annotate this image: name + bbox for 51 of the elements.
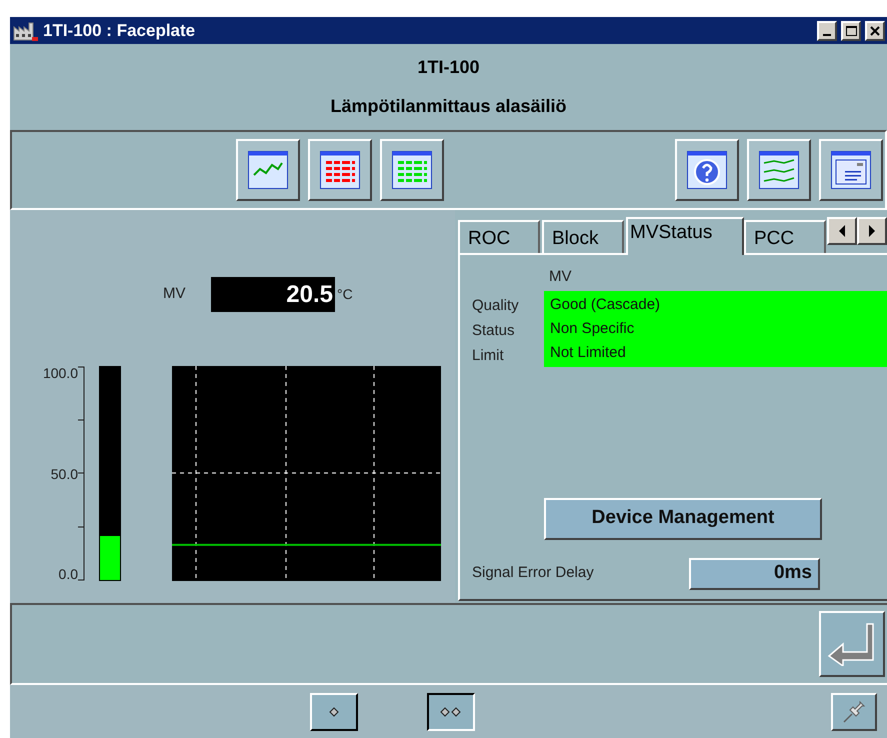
help-icon [687,151,727,189]
minimize-button[interactable] [817,20,837,40]
column-header: MV [549,267,572,287]
list-icon [320,151,360,189]
left-arrow-icon [838,225,846,237]
pin-button[interactable] [831,692,877,730]
document-icon [831,151,871,189]
list-icon [392,151,432,189]
factory-icon [13,20,39,40]
scale-label: 50.0 [50,466,78,480]
unit-label: °C [337,285,353,304]
right-arrow-icon [868,225,876,237]
close-button[interactable] [865,20,885,40]
signal-error-delay-label: Signal Error Delay [472,563,595,584]
mv-value: 20.5 [211,277,335,312]
close-icon [870,26,880,36]
minimize-icon [823,34,831,36]
window-title: 1TI-100 : Faceplate [43,20,196,42]
scroll-right-button[interactable] [857,217,887,245]
tag-name: 1TI-100 [417,56,480,79]
status-label: Status [472,320,516,340]
tab[interactable]: ROC [458,220,540,253]
status-label: Limit [472,346,505,366]
trend-icon [248,151,288,189]
view-button[interactable] [427,692,475,730]
status-value: Good (Cascade) [550,294,662,314]
status-value: Non Specific [550,318,636,338]
toolbar-button[interactable] [308,139,372,201]
maximize-button[interactable] [841,20,861,40]
maximize-icon [846,26,856,36]
scale-label: 0.0 [58,567,78,581]
toolbar-button[interactable] [675,139,739,201]
device-management-button[interactable]: Device Management [544,498,822,540]
scale-label: 100.0 [42,366,78,380]
tab[interactable]: Block [542,220,624,253]
dot-icon [440,706,462,716]
toolbar-button[interactable] [236,139,300,201]
enter-icon [827,622,877,666]
signal-error-delay-field: 0ms [689,558,820,590]
tag-description: Lämpötilanmittaus alasäiliö [330,95,567,118]
enter-button[interactable] [819,611,885,677]
status-label: Quality [472,296,520,316]
tab[interactable]: PCC [744,220,826,253]
mv-label: MV [163,284,186,304]
tab[interactable]: MVStatus [626,217,744,255]
status-value: Not Limited [550,342,627,362]
scroll-left-button[interactable] [827,217,857,245]
toolbar-button[interactable] [819,139,883,201]
multi-trend-icon [759,151,799,189]
toolbar-button[interactable] [747,139,811,201]
toolbar-button[interactable] [380,139,444,201]
